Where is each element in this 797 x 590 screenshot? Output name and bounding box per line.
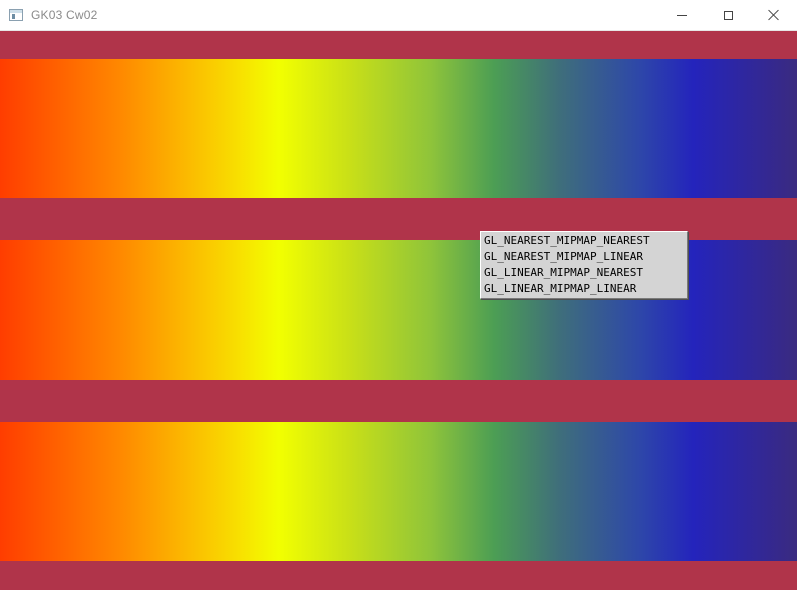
menu-item-nearest-mipmap-nearest[interactable]: GL_NEAREST_MIPMAP_NEAREST xyxy=(481,233,687,249)
title-bar[interactable]: GK03 Cw02 xyxy=(0,0,797,31)
minimize-button[interactable] xyxy=(659,0,705,30)
texture-quad-3 xyxy=(0,422,797,561)
minimize-icon xyxy=(677,14,687,16)
menu-item-linear-mipmap-nearest[interactable]: GL_LINEAR_MIPMAP_NEAREST xyxy=(481,265,687,281)
maximize-button[interactable] xyxy=(705,0,751,30)
menu-item-linear-mipmap-linear[interactable]: GL_LINEAR_MIPMAP_LINEAR xyxy=(481,281,687,297)
menu-item-nearest-mipmap-linear[interactable]: GL_NEAREST_MIPMAP_LINEAR xyxy=(481,249,687,265)
close-button[interactable] xyxy=(751,0,797,30)
filter-context-menu: GL_NEAREST_MIPMAP_NEAREST GL_NEAREST_MIP… xyxy=(480,231,688,299)
app-window: GK03 Cw02 GL_NEAREST_MIPMAP_NEAREST GL_N… xyxy=(0,0,797,590)
app-window-icon xyxy=(9,9,23,21)
maximize-icon xyxy=(723,10,733,20)
close-icon xyxy=(768,9,780,21)
texture-quad-1 xyxy=(0,59,797,198)
window-title: GK03 Cw02 xyxy=(31,8,98,22)
